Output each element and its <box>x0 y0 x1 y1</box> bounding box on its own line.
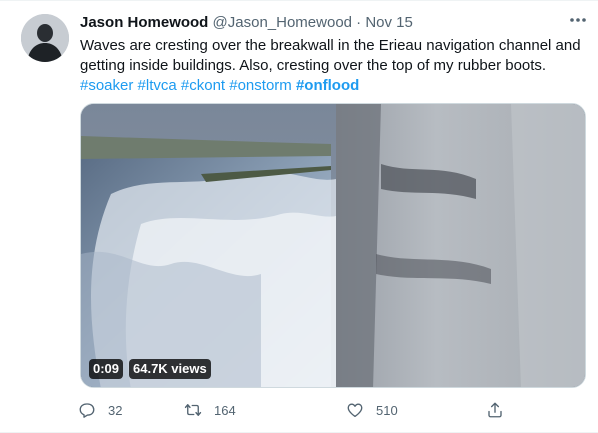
tweet-card[interactable]: Jason Homewood @Jason_Homewood · Nov 15 … <box>0 0 598 433</box>
video-views-badge: 64.7K views <box>129 359 211 379</box>
hashtag-links[interactable]: #soaker #ltvca #ckont #onstorm <box>80 77 296 94</box>
tweet-text: Waves are cresting over the breakwall in… <box>80 36 585 96</box>
retweet-button[interactable]: 164 <box>184 399 236 421</box>
retweet-count: 164 <box>214 402 236 418</box>
reply-button[interactable]: 32 <box>78 399 122 421</box>
tweet-timestamp[interactable]: Nov 15 <box>365 14 413 31</box>
like-count: 510 <box>376 402 398 418</box>
video-player[interactable]: 0:09 64.7K views <box>80 103 586 388</box>
tweet-header: Jason Homewood @Jason_Homewood · Nov 15 <box>80 13 586 33</box>
share-icon <box>488 402 502 418</box>
like-icon <box>347 403 363 418</box>
author-handle[interactable]: @Jason_Homewood <box>213 14 352 31</box>
tweet-actions: 32 164 510 <box>78 399 508 421</box>
reply-icon <box>79 403 95 418</box>
author-name[interactable]: Jason Homewood <box>80 14 208 31</box>
like-button[interactable]: 510 <box>346 399 398 421</box>
share-button[interactable] <box>486 399 504 421</box>
tweet-body: Waves are cresting over the breakwall in… <box>80 37 581 74</box>
retweet-icon <box>184 404 202 416</box>
avatar[interactable] <box>21 14 69 62</box>
video-frame <box>81 104 585 387</box>
hashtag-onflood[interactable]: #onflood <box>296 77 359 94</box>
video-duration-badge: 0:09 <box>89 359 124 379</box>
separator-dot: · <box>356 14 362 31</box>
reply-count: 32 <box>108 402 123 418</box>
more-options-icon[interactable] <box>568 13 588 33</box>
